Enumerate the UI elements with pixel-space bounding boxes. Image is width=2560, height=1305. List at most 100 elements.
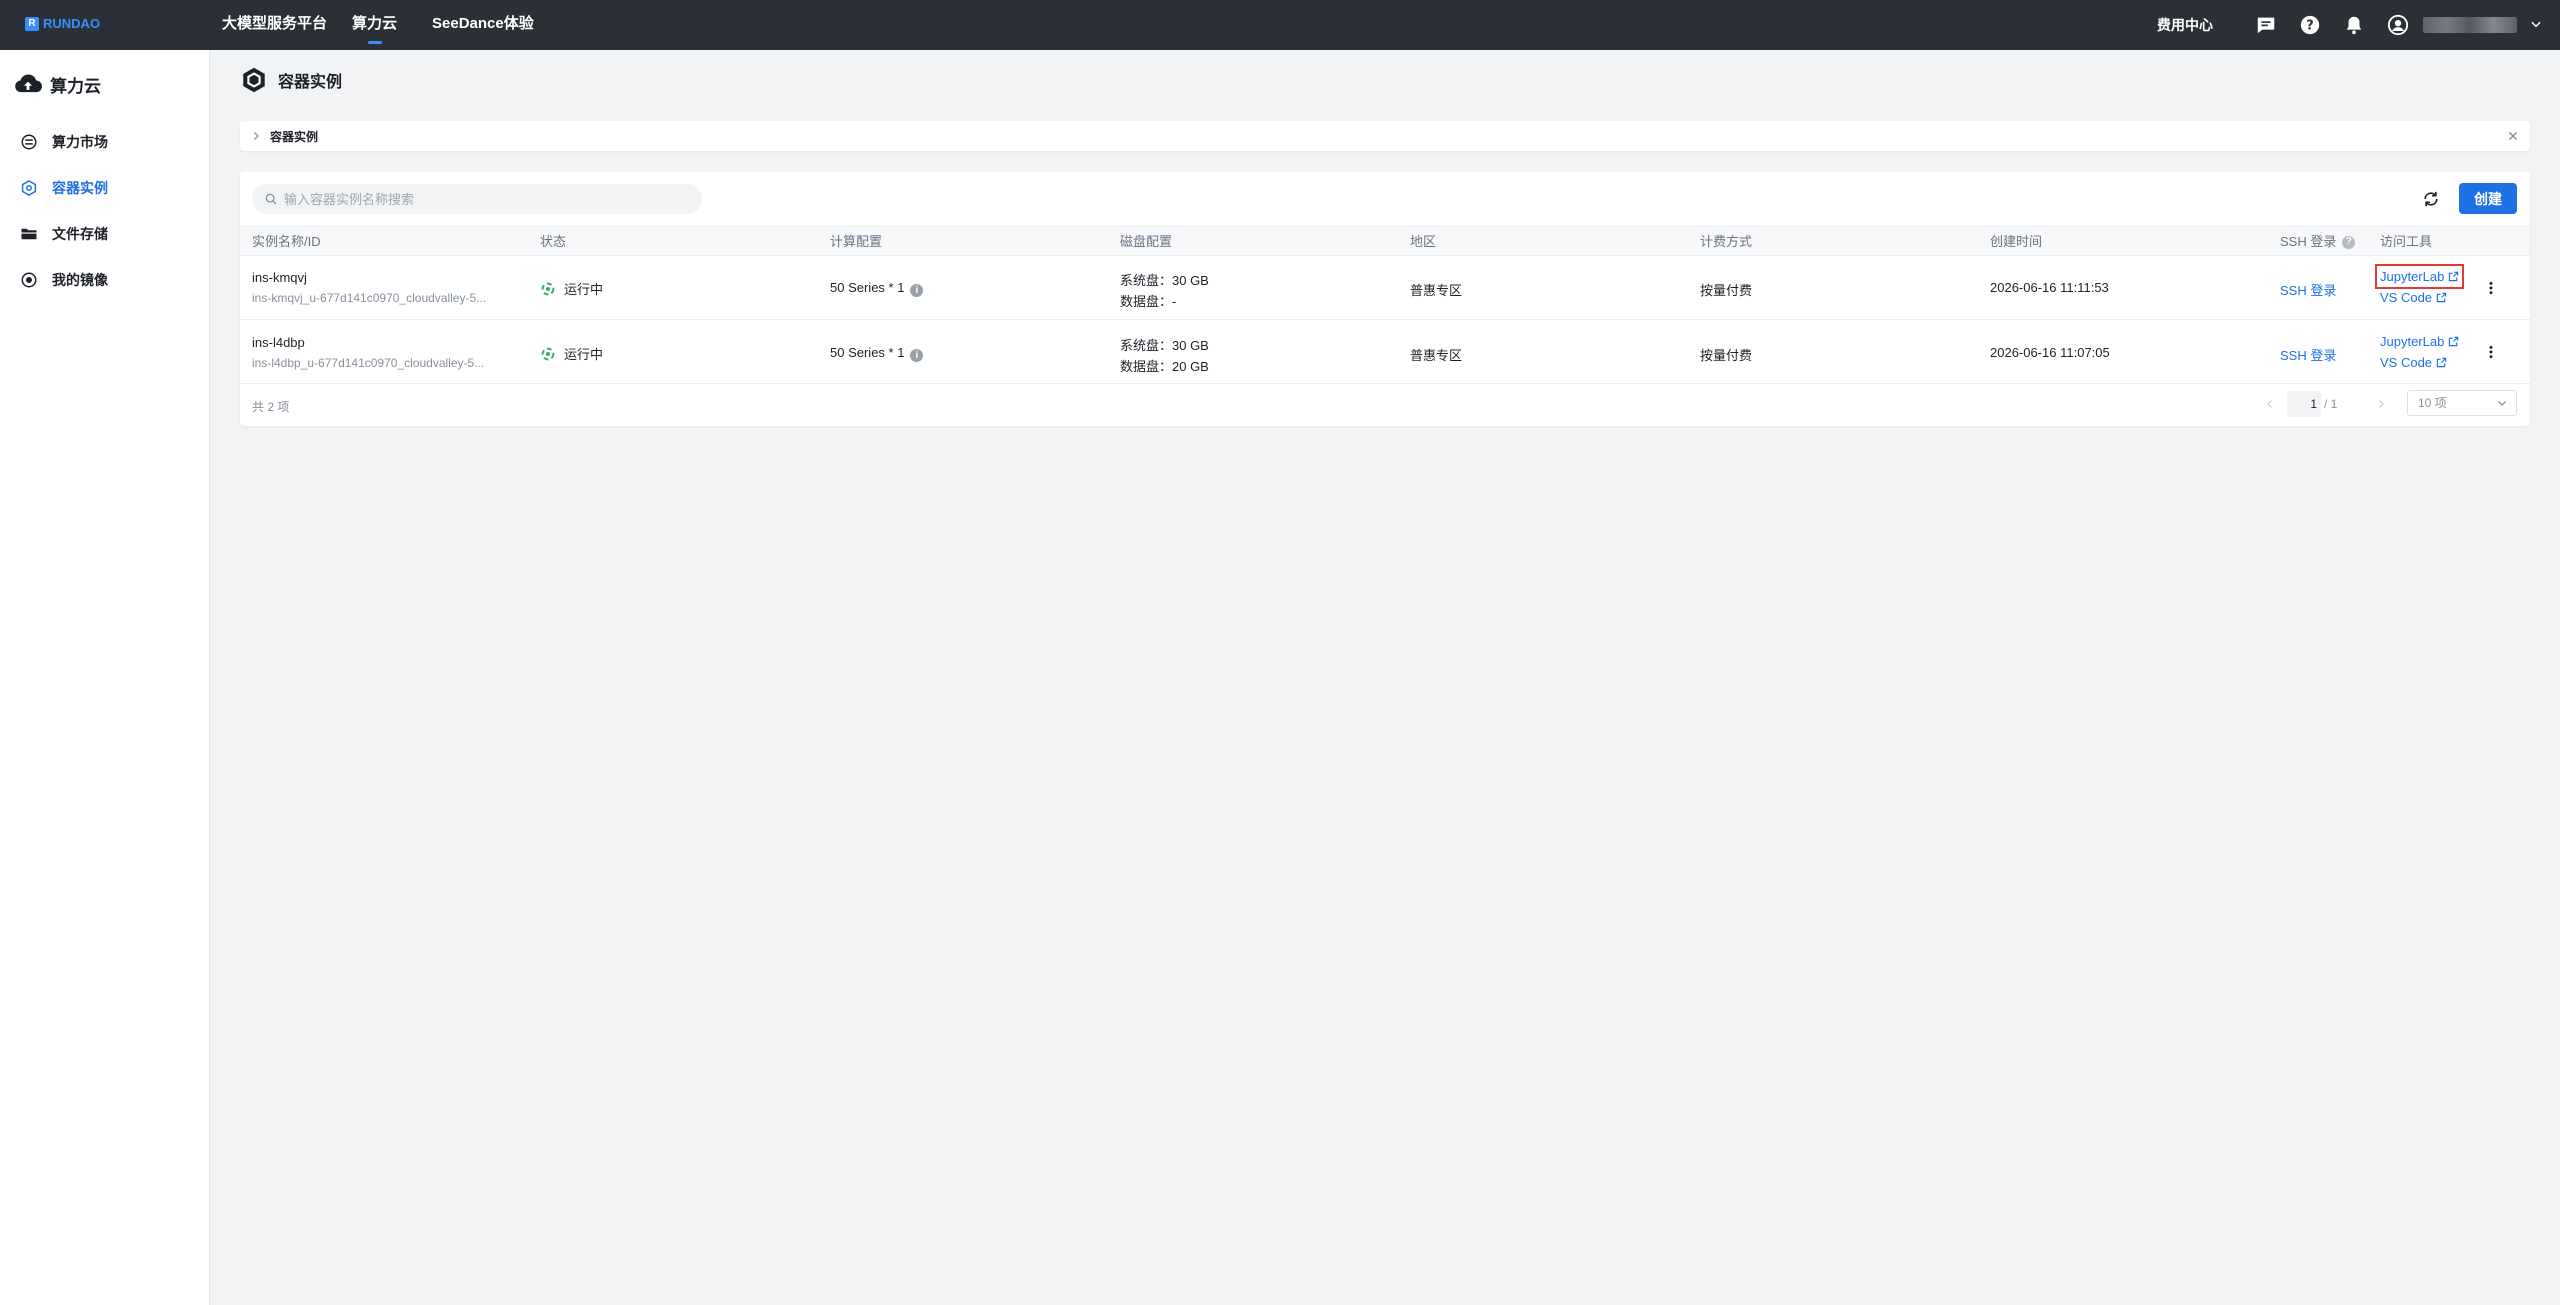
column-header-status[interactable]: 状态 xyxy=(540,227,566,257)
help-icon[interactable]: ? xyxy=(2299,14,2321,36)
user-name-blurred[interactable] xyxy=(2423,17,2517,33)
instance-name[interactable]: ins-kmqvj xyxy=(252,270,307,285)
system-disk: 系统盘：30 GB xyxy=(1120,273,1209,288)
vscode-link[interactable]: VS Code xyxy=(2380,355,2447,370)
more-options-icon[interactable] xyxy=(2483,280,2499,296)
compute-config-value: 50 Series * 1 xyxy=(830,280,905,295)
created-time: 2026-06-16 11:11:53 xyxy=(1990,280,2109,295)
sidebar-item-compute-market[interactable]: 算力市场 xyxy=(20,130,108,154)
image-disc-icon xyxy=(21,272,37,288)
instance-name[interactable]: ins-l4dbp xyxy=(252,335,305,350)
total-count: 共 2 项 xyxy=(252,400,290,414)
column-header-region[interactable]: 地区 xyxy=(1410,227,1436,257)
ssh-login-link[interactable]: SSH 登录 xyxy=(2280,345,2336,364)
top-navigation-bar: R RUNDAO 大模型服务平台 算力云 SeeDance体验 费用中心 ? xyxy=(0,0,2560,50)
close-icon[interactable] xyxy=(2506,129,2520,143)
sidebar-item-label: 我的镜像 xyxy=(52,272,108,288)
more-options-icon[interactable] xyxy=(2483,344,2499,360)
create-button[interactable]: 创建 xyxy=(2459,183,2517,214)
fee-center-link[interactable]: 费用中心 xyxy=(2157,0,2213,50)
chevron-right-icon[interactable] xyxy=(2375,398,2387,410)
billing-method: 按量付费 xyxy=(1700,348,1753,363)
instance-table-card: 创建 实例名称/ID 状态 计算配置 磁盘配置 地区 计费方式 创建时间 SSH… xyxy=(240,172,2530,426)
sidebar-item-file-storage[interactable]: 文件存储 xyxy=(20,222,108,246)
instance-id: ins-kmqvj_u-677d141c0970_cloudvalley-5..… xyxy=(252,291,487,305)
column-header-created[interactable]: 创建时间 xyxy=(1990,227,2042,257)
page-header: 容器实例 xyxy=(240,66,342,94)
folder-icon xyxy=(21,228,37,240)
created-time: 2026-06-16 11:07:05 xyxy=(1990,345,2110,360)
running-status-icon xyxy=(541,282,555,295)
jupyterlab-link-label: JupyterLab xyxy=(2380,269,2445,284)
table-row[interactable]: ins-kmqvj ins-kmqvj_u-677d141c0970_cloud… xyxy=(240,256,2530,320)
page-title: 容器实例 xyxy=(278,74,343,91)
external-link-icon xyxy=(2449,336,2459,347)
instance-id: ins-l4dbp_u-677d141c0970_cloudvalley-5..… xyxy=(252,356,485,370)
question-circle-icon[interactable]: ? xyxy=(2342,235,2356,249)
search-box[interactable] xyxy=(252,184,702,214)
refresh-icon[interactable] xyxy=(2421,189,2441,209)
running-status-icon xyxy=(541,347,555,360)
brand-name: RUNDAO xyxy=(43,16,101,31)
column-header-billing[interactable]: 计费方式 xyxy=(1700,227,1752,257)
table-footer: 共 2 项 1 / 1 10 项 xyxy=(240,384,2530,426)
column-header-compute[interactable]: 计算配置 xyxy=(830,227,882,257)
breadcrumb: 容器实例 xyxy=(240,121,2530,151)
billing-method: 按量付费 xyxy=(1700,283,1753,298)
compute-config: 50 Series * 1 i xyxy=(830,345,924,362)
sidebar-item-container-instances[interactable]: 容器实例 xyxy=(20,176,108,200)
sidebar-item-label: 容器实例 xyxy=(52,180,108,196)
nav-item-compute-cloud[interactable]: 算力云 xyxy=(352,0,397,50)
vscode-link[interactable]: VS Code xyxy=(2380,290,2447,305)
jupyterlab-link[interactable]: JupyterLab xyxy=(2380,334,2459,349)
column-header-name[interactable]: 实例名称/ID xyxy=(252,227,321,257)
notification-bell-icon[interactable] xyxy=(2343,14,2365,36)
status-text: 运行中 xyxy=(564,347,604,362)
vscode-link-label: VS Code xyxy=(2380,355,2433,370)
cloud-upload-icon xyxy=(15,74,42,93)
external-link-icon xyxy=(2436,292,2447,303)
market-icon xyxy=(21,134,37,150)
status-badge: 运行中 xyxy=(540,344,603,363)
sidebar-item-my-images[interactable]: 我的镜像 xyxy=(20,268,108,292)
page-total: / 1 xyxy=(2324,397,2338,411)
logo-mark-icon: R xyxy=(25,16,39,31)
info-icon[interactable]: i xyxy=(910,349,924,362)
chevron-left-icon[interactable] xyxy=(2264,398,2276,410)
column-header-tools[interactable]: 访问工具 xyxy=(2380,227,2432,257)
status-text: 运行中 xyxy=(564,282,604,297)
jupyterlab-link-label: JupyterLab xyxy=(2380,334,2445,349)
region: 普惠专区 xyxy=(1410,283,1463,298)
breadcrumb-item: 容器实例 xyxy=(270,129,319,144)
container-hexagon-icon xyxy=(243,67,265,93)
sidebar-item-label: 文件存储 xyxy=(52,226,108,242)
brand-logo[interactable]: R RUNDAO xyxy=(25,16,100,31)
sidebar-title-label: 算力云 xyxy=(50,76,101,96)
ssh-login-link[interactable]: SSH 登录 xyxy=(2280,280,2336,299)
column-header-disk[interactable]: 磁盘配置 xyxy=(1120,227,1172,257)
user-avatar-icon[interactable] xyxy=(2387,14,2409,36)
sidebar: 算力云 算力市场 容器实例 文件存储 我的镜像 xyxy=(0,50,210,1305)
nav-item-model-platform[interactable]: 大模型服务平台 xyxy=(222,0,327,50)
column-header-ssh[interactable]: SSH 登录 ? xyxy=(2280,227,2356,257)
table-row[interactable]: ins-l4dbp ins-l4dbp_u-677d141c0970_cloud… xyxy=(240,320,2530,384)
data-disk: 数据盘：20 GB xyxy=(1120,359,1209,374)
page-number-input[interactable]: 1 xyxy=(2287,391,2321,417)
column-header-ssh-label: SSH 登录 xyxy=(2280,234,2337,249)
jupyterlab-link[interactable]: JupyterLab xyxy=(2374,264,2465,289)
chevron-down-icon xyxy=(2498,401,2506,406)
message-icon[interactable] xyxy=(2255,14,2277,36)
table-header: 实例名称/ID 状态 计算配置 磁盘配置 地区 计费方式 创建时间 SSH 登录… xyxy=(240,226,2530,256)
info-icon[interactable]: i xyxy=(910,284,924,297)
chevron-down-icon[interactable] xyxy=(2529,17,2543,31)
nav-item-seedance[interactable]: SeeDance体验 xyxy=(432,0,534,50)
search-input[interactable] xyxy=(284,191,684,207)
system-disk: 系统盘：30 GB xyxy=(1120,338,1209,353)
chevron-right-icon[interactable] xyxy=(250,130,262,142)
page-size-select[interactable]: 10 项 xyxy=(2407,390,2517,416)
page-size-value: 10 项 xyxy=(2418,396,2447,410)
search-icon xyxy=(265,193,277,205)
sidebar-title: 算力云 xyxy=(14,70,101,98)
compute-config: 50 Series * 1 i xyxy=(830,280,924,297)
external-link-icon xyxy=(2436,357,2447,368)
